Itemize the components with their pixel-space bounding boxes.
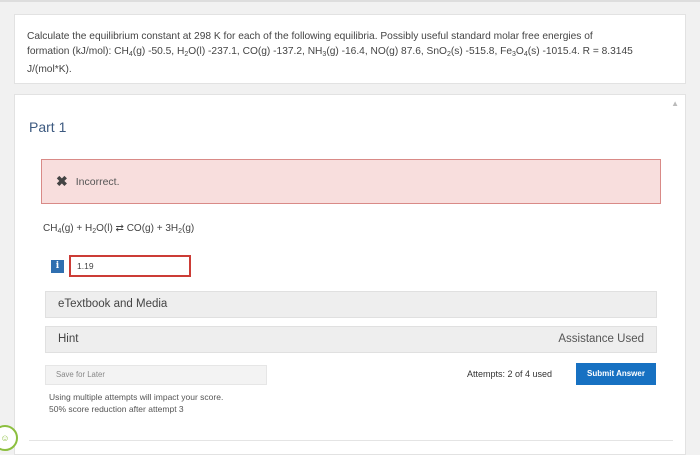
info-icon[interactable]: i bbox=[51, 259, 64, 273]
collapse-icon[interactable]: ▲ bbox=[671, 99, 679, 108]
assistance-used-label: Assistance Used bbox=[558, 333, 644, 345]
reaction-equation: CH4(g) + H2O(l) ⇄ CO(g) + 3H2(g) bbox=[43, 223, 194, 235]
hint-button[interactable]: Hint Assistance Used bbox=[45, 326, 657, 353]
submit-answer-button[interactable]: Submit Answer bbox=[576, 363, 656, 385]
answer-row: i 1.19 bbox=[51, 255, 191, 277]
question-box: Calculate the equilibrium constant at 29… bbox=[14, 14, 686, 84]
question-line-1: Calculate the equilibrium constant at 29… bbox=[27, 31, 593, 42]
q-text: (s) -515.8, Fe bbox=[450, 46, 512, 57]
part-panel: ▲ Part 1 ✖ Incorrect. CH4(g) + H2O(l) ⇄ … bbox=[14, 94, 686, 455]
feedback-banner: ✖ Incorrect. bbox=[41, 159, 661, 204]
q-text: formation (kJ/mol): CH bbox=[27, 46, 129, 57]
hint-label: Hint bbox=[58, 333, 79, 345]
rx-text: (g) bbox=[182, 223, 195, 234]
policy-line-2: 50% score reduction after attempt 3 bbox=[49, 404, 184, 414]
q-text: (g) -16.4, NO(g) 87.6, SnO bbox=[326, 46, 447, 57]
part-title: Part 1 bbox=[29, 119, 67, 135]
q-text: (g) -50.5, H bbox=[132, 46, 185, 57]
incorrect-x-icon: ✖ bbox=[56, 173, 68, 189]
rx-text: (g) + H bbox=[61, 223, 93, 234]
attempt-policy: Using multiple attempts will impact your… bbox=[49, 391, 223, 415]
q-text: O(l) -237.1, CO(g) -137.2, NH bbox=[188, 46, 323, 57]
attempts-label: Attempts: 2 of 4 used bbox=[467, 369, 553, 379]
policy-line-1: Using multiple attempts will impact your… bbox=[49, 392, 224, 402]
rx-text: O(l) ⇄ CO(g) + 3H bbox=[96, 223, 179, 234]
q-text: O bbox=[515, 46, 524, 57]
page-top-border bbox=[0, 0, 700, 2]
save-for-later-button[interactable]: Save for Later bbox=[45, 365, 267, 385]
answer-input[interactable]: 1.19 bbox=[69, 255, 191, 277]
q-text: (s) -1015.4. R = 8.3145 bbox=[527, 46, 633, 57]
question-line-3: J/(mol*K). bbox=[27, 64, 72, 75]
question-line-2: formation (kJ/mol): CH4(g) -50.5, H2O(l)… bbox=[27, 44, 673, 62]
feedback-text: Incorrect. bbox=[75, 175, 120, 188]
etextbook-label: eTextbook and Media bbox=[58, 298, 168, 310]
divider bbox=[29, 440, 673, 441]
rx-text: CH bbox=[43, 223, 58, 234]
etextbook-media-button[interactable]: eTextbook and Media bbox=[45, 291, 657, 318]
